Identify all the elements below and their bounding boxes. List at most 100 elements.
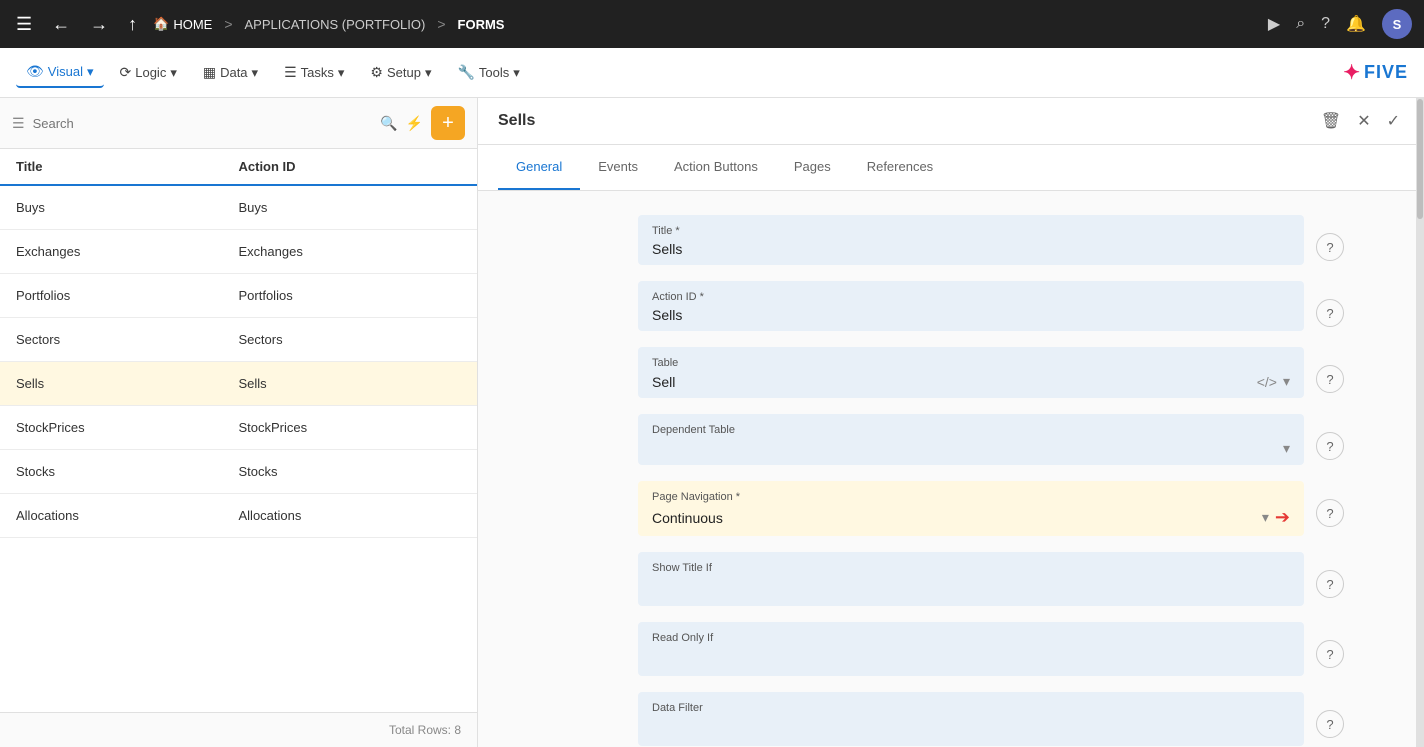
search-input[interactable] [33,116,373,131]
home-breadcrumb[interactable]: 🏠 HOME [153,16,212,32]
data-icon: ▦ [203,64,216,81]
table-header: Title Action ID [0,149,477,186]
flash-icon[interactable]: ⚡ [406,115,423,132]
data-filter-value [652,718,1290,738]
scrollbar-thumb[interactable] [1417,99,1423,219]
title-field-container: Title * Sells [638,215,1304,265]
nav-dropdown-icon[interactable]: ▾ [1262,509,1269,526]
title-help-icon[interactable]: ? [1316,233,1344,261]
row-action-id: Portfolios [239,288,462,303]
toolbar: 👁 Visual ▾ ⟳ Logic ▾ ▦ Data ▾ ☰ Tasks ▾ … [0,48,1424,98]
table-row[interactable]: Allocations Allocations [0,494,477,538]
logo-icon: ✦ [1343,60,1360,85]
data-filter-help-icon[interactable]: ? [1316,710,1344,738]
action-id-value: Sells [652,307,1290,323]
read-only-field-row: Read Only If ? [638,622,1344,676]
row-title: StockPrices [16,420,239,435]
breadcrumb-applications[interactable]: APPLICATIONS (PORTFOLIO) [245,17,426,32]
read-only-value [652,648,1290,668]
read-only-field-box[interactable]: Read Only If [638,622,1304,676]
tools-label: Tools [479,65,509,80]
row-action-id: Exchanges [239,244,462,259]
scrollbar[interactable] [1416,98,1424,747]
toolbar-data[interactable]: ▦ Data ▾ [193,58,268,87]
action-id-field-box[interactable]: Action ID * Sells [638,281,1304,331]
page-navigation-field-box[interactable]: Page Navigation * Continuous ▾ ➔ [638,481,1304,536]
table-row[interactable]: Sells Sells [0,362,477,406]
row-title: Sells [16,376,239,391]
filter-icon[interactable]: ☰ [12,115,25,132]
tabs-bar: GeneralEventsAction ButtonsPagesReferenc… [478,145,1424,191]
page-navigation-field-container: Page Navigation * Continuous ▾ ➔ [638,481,1304,536]
table-field-box[interactable]: Table Sell </> ▾ [638,347,1304,398]
row-title: Allocations [16,508,239,523]
dependent-table-help-icon[interactable]: ? [1316,432,1344,460]
tab-pages[interactable]: Pages [776,145,849,190]
visual-label: Visual [48,64,83,79]
sep1: > [224,16,232,32]
toolbar-visual[interactable]: 👁 Visual ▾ [16,57,104,88]
dependent-table-field-box[interactable]: Dependent Table ▾ [638,414,1304,465]
show-title-label: Show Title If [652,562,1290,574]
logic-label: Logic [135,65,166,80]
title-field-box[interactable]: Title * Sells [638,215,1304,265]
action-id-help-icon[interactable]: ? [1316,299,1344,327]
row-title: Stocks [16,464,239,479]
table-row[interactable]: Sectors Sectors [0,318,477,362]
show-title-help-icon[interactable]: ? [1316,570,1344,598]
search-icon[interactable]: 🔍 [380,115,397,132]
setup-chevron: ▾ [425,65,432,81]
delete-icon[interactable]: 🗑 [1317,107,1345,135]
page-navigation-value: Continuous [652,510,1262,526]
tab-references[interactable]: References [849,145,951,190]
data-chevron: ▾ [252,65,259,81]
table-field-row: Table Sell </> ▾ ? [638,347,1344,398]
search-nav-icon[interactable]: ⌕ [1296,15,1305,33]
table-dropdown-icon[interactable]: ▾ [1283,373,1290,390]
tools-chevron: ▾ [513,65,520,81]
table-row[interactable]: Exchanges Exchanges [0,230,477,274]
show-title-field-container: Show Title If [638,552,1304,606]
close-icon[interactable]: ✕ [1353,107,1374,135]
help-nav-icon[interactable]: ? [1321,15,1330,33]
logic-icon: ⟳ [120,64,132,81]
action-id-label: Action ID * [652,291,1290,303]
tab-events[interactable]: Events [580,145,656,190]
table-help-icon[interactable]: ? [1316,365,1344,393]
bell-icon[interactable]: 🔔 [1346,14,1366,34]
table-row[interactable]: Stocks Stocks [0,450,477,494]
toolbar-logic[interactable]: ⟳ Logic ▾ [110,58,187,87]
up-icon[interactable]: ↑ [124,10,141,39]
data-filter-field-container: Data Filter [638,692,1304,746]
toolbar-tasks[interactable]: ☰ Tasks ▾ [274,58,354,87]
action-id-field-row: Action ID * Sells ? [638,281,1344,331]
confirm-icon[interactable]: ✓ [1383,107,1404,135]
read-only-help-icon[interactable]: ? [1316,640,1344,668]
toolbar-tools[interactable]: 🔧 Tools ▾ [447,58,529,87]
data-filter-field-row: Data Filter ? [638,692,1344,746]
add-button[interactable]: + [431,106,465,140]
table-row[interactable]: Buys Buys [0,186,477,230]
data-filter-field-box[interactable]: Data Filter [638,692,1304,746]
total-rows: Total Rows: 8 [389,723,461,737]
table-value: Sell [652,374,1257,390]
dependent-dropdown-icon[interactable]: ▾ [1283,440,1290,457]
tab-action-buttons[interactable]: Action Buttons [656,145,776,190]
play-icon[interactable]: ▶ [1268,14,1280,34]
show-title-field-box[interactable]: Show Title If [638,552,1304,606]
search-bar: ☰ 🔍 ⚡ + [0,98,477,149]
menu-icon[interactable]: ☰ [12,10,36,39]
table-row[interactable]: Portfolios Portfolios [0,274,477,318]
toolbar-setup[interactable]: ⚙ Setup ▾ [360,58,441,87]
show-title-field-row: Show Title If ? [638,552,1344,606]
tab-general[interactable]: General [498,145,580,190]
back-icon[interactable]: ← [48,10,74,39]
forward-icon[interactable]: → [86,10,112,39]
breadcrumb-forms[interactable]: FORMS [458,17,505,32]
avatar[interactable]: S [1382,9,1412,39]
table-row[interactable]: StockPrices StockPrices [0,406,477,450]
table-field-container: Table Sell </> ▾ [638,347,1304,398]
page-navigation-help-icon[interactable]: ? [1316,499,1344,527]
code-icon[interactable]: </> [1257,374,1277,390]
row-action-id: Allocations [239,508,462,523]
